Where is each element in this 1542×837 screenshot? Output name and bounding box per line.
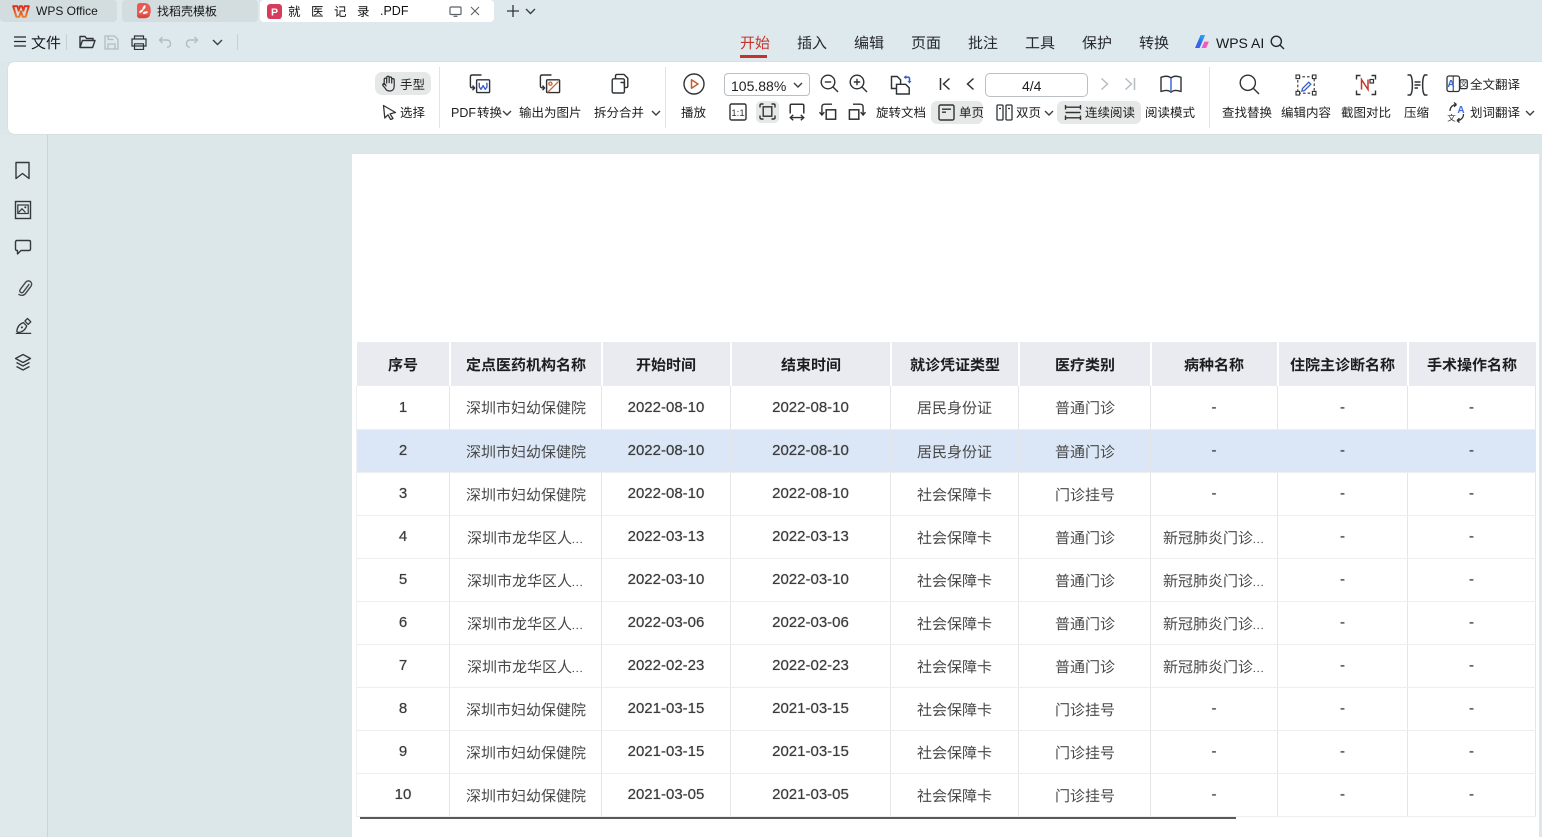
svg-text:1:1: 1:1 — [731, 108, 744, 119]
svg-text:A: A — [1457, 105, 1464, 116]
svg-text:A: A — [1447, 79, 1454, 90]
svg-text:P: P — [271, 6, 278, 18]
